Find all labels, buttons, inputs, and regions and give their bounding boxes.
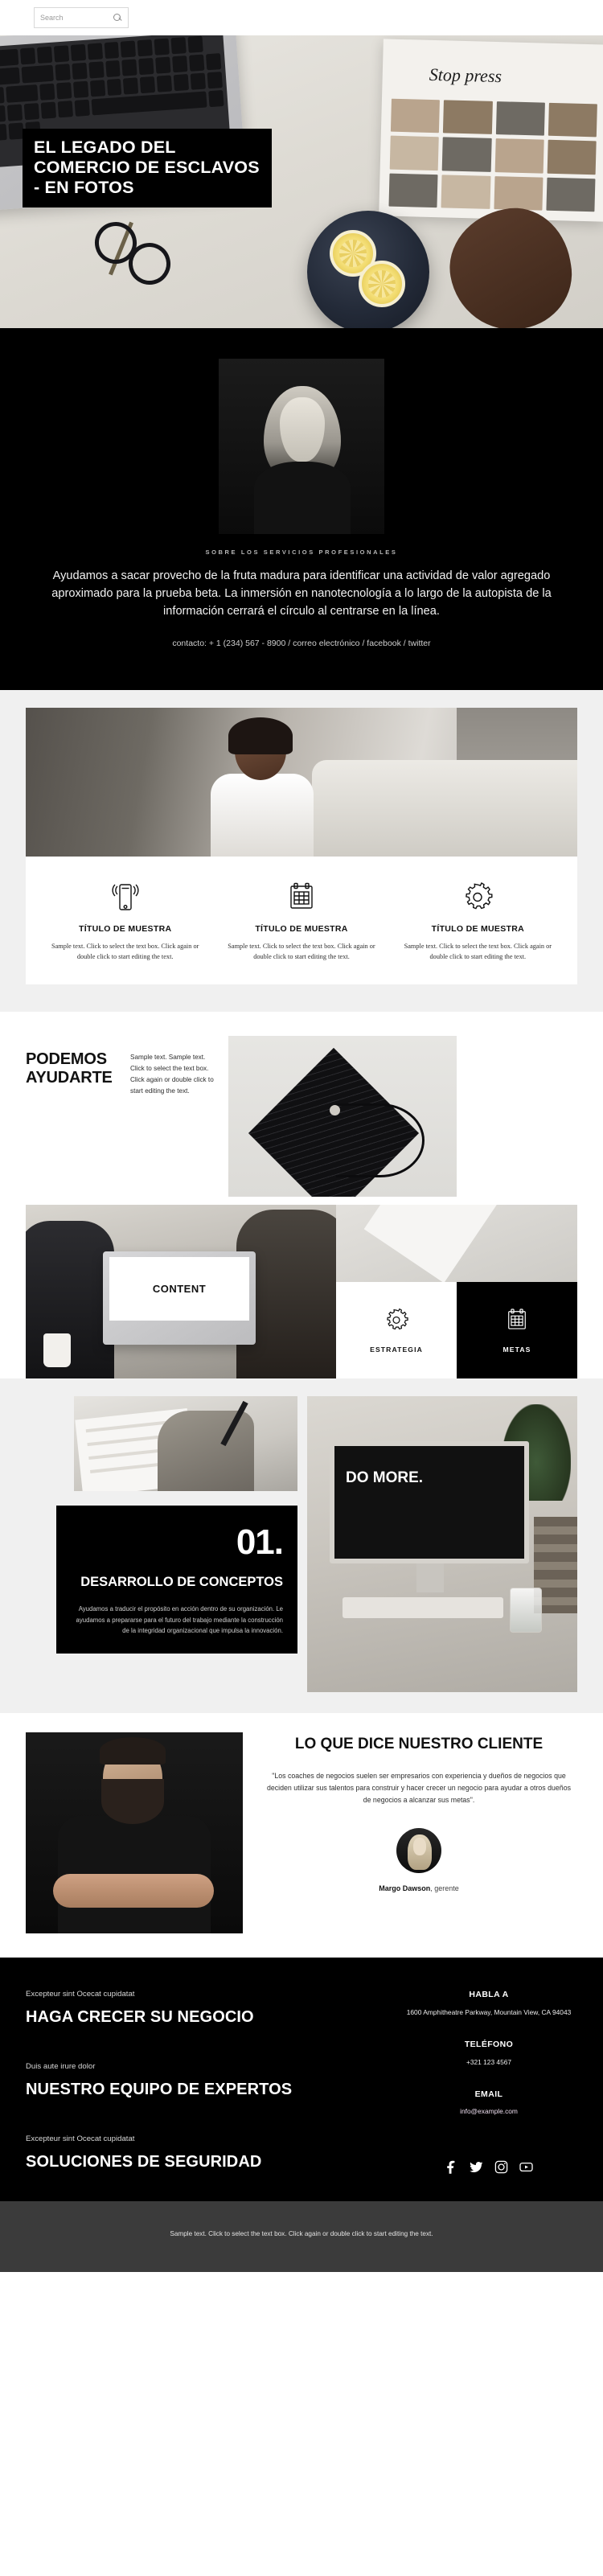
gear-icon bbox=[398, 877, 558, 916]
footer-contact: HABLA A 1600 Amphitheatre Parkway, Mount… bbox=[400, 1990, 577, 2174]
service-item-1: TÍTULO DE MUESTRA Sample text. Click to … bbox=[37, 877, 213, 963]
testimonial-author-name: Margo Dawson bbox=[379, 1884, 431, 1892]
footer-address-heading: HABLA A bbox=[469, 1990, 509, 2000]
page-title: EL LEGADO DEL COMERCIO DE ESCLAVOS - EN … bbox=[23, 129, 272, 208]
magazine-photo-grid bbox=[388, 98, 597, 212]
footer-block-2: Duis aute irure dolor NUESTRO EQUIPO DE … bbox=[26, 2062, 400, 2099]
instagram-icon[interactable] bbox=[494, 2160, 508, 2174]
help-card-metas[interactable]: METAS bbox=[457, 1282, 577, 1379]
footer-block-3: Excepteur sint Ocecat cupidatat SOLUCION… bbox=[26, 2134, 400, 2171]
about-contact[interactable]: contacto: + 1 (234) 567 - 8900 / correo … bbox=[0, 639, 603, 648]
testimonial-author: Margo Dawson, gerente bbox=[260, 1884, 577, 1892]
search-icon[interactable] bbox=[113, 13, 122, 23]
help-cards: ESTRATEGIA METAS bbox=[336, 1205, 577, 1379]
service-item-3: TÍTULO DE MUESTRA Sample text. Click to … bbox=[390, 877, 566, 963]
service-text: Sample text. Click to select the text bo… bbox=[51, 942, 199, 960]
magazine-headline: Stop press bbox=[429, 64, 503, 87]
about-section: SOBRE LOS SERVICIOS PROFESIONALES Ayudam… bbox=[0, 328, 603, 690]
concept-card: 01. DESARROLLO DE CONCEPTOS Ayudamos a t… bbox=[56, 1506, 297, 1654]
help-card-label: ESTRATEGIA bbox=[370, 1345, 423, 1354]
footer-heading: HAGA CRECER SU NEGOCIO bbox=[26, 2008, 254, 2027]
gear-icon bbox=[384, 1308, 408, 1336]
footer-eyebrow: Excepteur sint Ocecat cupidatat bbox=[26, 1990, 135, 1999]
facebook-icon[interactable] bbox=[445, 2160, 458, 2174]
calendar-icon bbox=[221, 877, 381, 916]
services-columns: TÍTULO DE MUESTRA Sample text. Click to … bbox=[26, 857, 577, 985]
magazine-image: Stop press bbox=[379, 39, 603, 222]
page-root: Search Stop press EL LEGADO DEL COMERCIO… bbox=[0, 0, 603, 2273]
search-input[interactable]: Search bbox=[34, 7, 129, 28]
help-title: PODEMOS AYUDARTE bbox=[26, 1050, 113, 1087]
search-bar: Search bbox=[0, 0, 603, 35]
bottom-bar: Sample text. Click to select the text bo… bbox=[0, 2200, 603, 2273]
footer-heading: SOLUCIONES DE SEGURIDAD bbox=[26, 2153, 262, 2171]
footer-block-1: Excepteur sint Ocecat cupidatat HAGA CRE… bbox=[26, 1990, 400, 2027]
services-image bbox=[26, 707, 577, 857]
footer-email[interactable]: info@example.com bbox=[400, 2107, 577, 2115]
help-tag-image bbox=[228, 1036, 457, 1198]
concept-section: 01. DESARROLLO DE CONCEPTOS Ayudamos a t… bbox=[0, 1378, 603, 1714]
plate-image bbox=[307, 211, 429, 328]
about-paragraph: Ayudamos a sacar provecho de la fruta ma… bbox=[51, 569, 552, 618]
service-title: TÍTULO DE MUESTRA bbox=[78, 923, 172, 934]
youtube-icon[interactable] bbox=[519, 2160, 533, 2174]
testimonial-section: LO QUE DICE NUESTRO CLIENTE "Los coaches… bbox=[0, 1713, 603, 1958]
search-placeholder: Search bbox=[40, 14, 64, 22]
help-card-label: METAS bbox=[503, 1345, 531, 1354]
help-card-image bbox=[336, 1205, 577, 1283]
twitter-icon[interactable] bbox=[470, 2160, 483, 2174]
service-title: TÍTULO DE MUESTRA bbox=[255, 923, 348, 934]
help-text: Sample text. Sample text. Click to selec… bbox=[130, 1054, 214, 1095]
footer-eyebrow: Duis aute irure dolor bbox=[26, 2062, 96, 2072]
help-section: PODEMOS AYUDARTE Sample text. Sample tex… bbox=[0, 1012, 603, 1379]
testimonial-author-role: , gerente bbox=[430, 1884, 459, 1892]
footer-phone-heading: TELÉFONO bbox=[464, 2040, 514, 2049]
footer-eyebrow: Excepteur sint Ocecat cupidatat bbox=[26, 2134, 135, 2144]
service-text: Sample text. Click to select the text bo… bbox=[228, 942, 375, 960]
testimonial-image bbox=[26, 1732, 243, 1934]
footer-section: Excepteur sint Ocecat cupidatat HAGA CRE… bbox=[0, 1958, 603, 2201]
service-item-2: TÍTULO DE MUESTRA Sample text. Click to … bbox=[213, 877, 389, 963]
footer-email-heading: EMAIL bbox=[474, 2089, 503, 2099]
screen-text: DO MORE. bbox=[346, 1469, 424, 1487]
help-card-estrategia[interactable]: ESTRATEGIA bbox=[336, 1282, 457, 1379]
footer-headings: Excepteur sint Ocecat cupidatat HAGA CRE… bbox=[26, 1990, 400, 2173]
service-title: TÍTULO DE MUESTRA bbox=[431, 923, 524, 934]
footer-heading: NUESTRO EQUIPO DE EXPERTOS bbox=[26, 2081, 293, 2099]
footer-phone[interactable]: +321 123 4567 bbox=[400, 2057, 577, 2069]
concept-desk-image: DO MORE. bbox=[307, 1396, 577, 1693]
testimonial-quote: "Los coaches de negocios suelen ser empr… bbox=[267, 1772, 571, 1805]
social-links bbox=[400, 2160, 577, 2174]
testimonial-heading: LO QUE DICE NUESTRO CLIENTE bbox=[294, 1736, 544, 1753]
concept-heading: DESARROLLO DE CONCEPTOS bbox=[80, 1575, 283, 1590]
hero-section: Stop press EL LEGADO DEL COMERCIO DE ESC… bbox=[0, 35, 603, 328]
footer-address: 1600 Amphitheatre Parkway, Mountain View… bbox=[406, 2008, 572, 2017]
avatar bbox=[396, 1827, 441, 1873]
mobile-signal-icon bbox=[45, 877, 205, 916]
bottom-bar-text: Sample text. Click to select the text bo… bbox=[170, 2229, 433, 2237]
services-section: TÍTULO DE MUESTRA Sample text. Click to … bbox=[0, 689, 603, 1013]
lemon-slice bbox=[359, 261, 405, 307]
calendar-icon bbox=[506, 1308, 528, 1336]
about-portrait bbox=[219, 359, 384, 534]
service-text: Sample text. Click to select the text bo… bbox=[404, 942, 552, 960]
concept-writing-image bbox=[74, 1396, 297, 1492]
concept-text: Ayudamos a traducir el propósito en acci… bbox=[76, 1605, 283, 1634]
glasses-image bbox=[90, 217, 191, 290]
concept-number: 01. bbox=[236, 1522, 284, 1563]
about-eyebrow: SOBRE LOS SERVICIOS PROFESIONALES bbox=[205, 548, 398, 556]
help-laptop-image: CONTENT bbox=[26, 1205, 336, 1379]
